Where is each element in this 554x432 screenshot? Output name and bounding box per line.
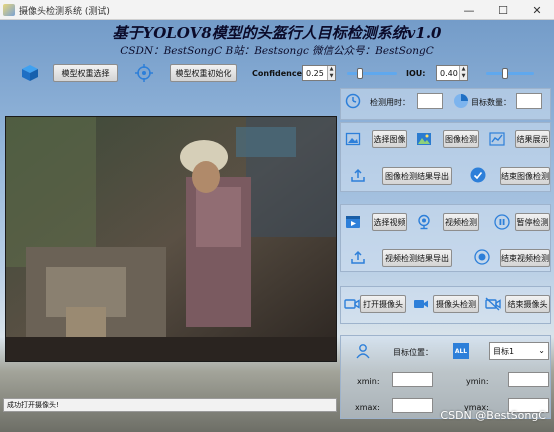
confidence-label: Confidence: bbox=[252, 69, 306, 78]
pause-icon bbox=[494, 214, 510, 230]
pie-chart-icon bbox=[453, 93, 469, 109]
upload-icon bbox=[350, 249, 366, 265]
iou-value: 0.40 bbox=[440, 68, 458, 78]
end-video-detect-button[interactable]: 结束视频检测 bbox=[500, 249, 550, 267]
xmax-field bbox=[392, 398, 433, 413]
camera-icon bbox=[344, 296, 360, 312]
video-file-icon bbox=[345, 214, 361, 230]
maximize-button[interactable]: ☐ bbox=[486, 0, 520, 20]
target-position-label: 目标位置： bbox=[393, 348, 433, 357]
detection-display bbox=[5, 116, 337, 362]
iou-slider[interactable] bbox=[486, 68, 534, 79]
target-select[interactable]: 目标1 ⌄ bbox=[489, 342, 549, 360]
slider-handle[interactable] bbox=[502, 68, 509, 79]
status-bar: 成功打开摄像头! bbox=[3, 398, 337, 412]
time-label: 检测用时： bbox=[370, 98, 410, 107]
export-image-result-button[interactable]: 图像检测结果导出 bbox=[382, 167, 452, 185]
person-icon bbox=[355, 343, 371, 359]
chart-line-icon bbox=[489, 131, 505, 147]
cube-icon bbox=[21, 64, 39, 82]
pause-detect-button[interactable]: 暂停检测 bbox=[515, 213, 550, 231]
video-detect-button[interactable]: 视频检测 bbox=[443, 213, 479, 231]
select-video-button[interactable]: 选择视频 bbox=[372, 213, 407, 231]
record-icon bbox=[474, 249, 490, 265]
camera-detect-button[interactable]: 摄像头检测 bbox=[433, 295, 479, 313]
slider-handle[interactable] bbox=[356, 68, 363, 79]
page-title: 基于YOLOV8模型的头盔行人目标检测系统v1.0 bbox=[112, 24, 442, 42]
window-titlebar: 摄像头检测系统 (测试) — ☐ ✕ bbox=[0, 0, 554, 20]
target-icon bbox=[135, 64, 153, 82]
upload-icon bbox=[350, 167, 366, 183]
chevron-down-icon: ⌄ bbox=[538, 346, 545, 355]
all-icon: ALL bbox=[453, 343, 469, 359]
show-result-button[interactable]: 结果展示 bbox=[515, 130, 550, 148]
xmax-label: xmax: bbox=[355, 403, 380, 412]
ymin-field bbox=[508, 372, 549, 387]
select-weights-button[interactable]: 模型权重选择 bbox=[53, 64, 118, 82]
count-value-field bbox=[516, 93, 542, 109]
select-image-button[interactable]: 选择图像 bbox=[372, 130, 407, 148]
camera-frame-image bbox=[6, 117, 336, 361]
end-image-detect-button[interactable]: 结束图像检测 bbox=[500, 167, 550, 185]
confidence-value: 0.25 bbox=[306, 68, 324, 78]
webcam-icon bbox=[416, 214, 432, 230]
gallery-icon bbox=[416, 131, 432, 147]
count-label: 目标数量： bbox=[471, 98, 511, 107]
spin-arrows-icon[interactable]: ▲ ▼ bbox=[327, 66, 335, 80]
xmin-label: xmin: bbox=[357, 377, 380, 386]
time-value-field bbox=[417, 93, 443, 109]
export-video-result-button[interactable]: 视频检测结果导出 bbox=[382, 249, 452, 267]
init-weights-button[interactable]: 模型权重初始化 bbox=[170, 64, 237, 82]
image-detect-button[interactable]: 图像检测 bbox=[443, 130, 479, 148]
target-select-value: 目标1 bbox=[493, 346, 515, 356]
end-camera-button[interactable]: 结束摄像头 bbox=[505, 295, 550, 313]
camera-off-icon bbox=[485, 296, 501, 312]
page-subtitle: CSDN：BestSongC B站：Bestsongc 微信公众号：BestSo… bbox=[120, 45, 434, 57]
confidence-spinbox[interactable]: 0.25 ▲ ▼ bbox=[302, 65, 336, 81]
open-camera-button[interactable]: 打开摄像头 bbox=[360, 295, 406, 313]
confidence-slider[interactable] bbox=[347, 68, 397, 79]
window-title: 摄像头检测系统 (测试) bbox=[19, 7, 110, 17]
close-button[interactable]: ✕ bbox=[520, 0, 554, 20]
spin-arrows-icon[interactable]: ▲ ▼ bbox=[459, 66, 467, 80]
check-circle-icon bbox=[470, 167, 486, 183]
iou-label: IOU: bbox=[406, 69, 426, 78]
watermark: CSDN @BestSongC bbox=[440, 409, 546, 422]
image-icon bbox=[345, 131, 361, 147]
camera-icon bbox=[413, 296, 429, 312]
clock-icon bbox=[345, 93, 361, 109]
xmin-field bbox=[392, 372, 433, 387]
app-icon bbox=[3, 4, 15, 16]
iou-spinbox[interactable]: 0.40 ▲ ▼ bbox=[436, 65, 468, 81]
minimize-button[interactable]: — bbox=[452, 0, 486, 20]
ymin-label: ymin: bbox=[466, 377, 489, 386]
